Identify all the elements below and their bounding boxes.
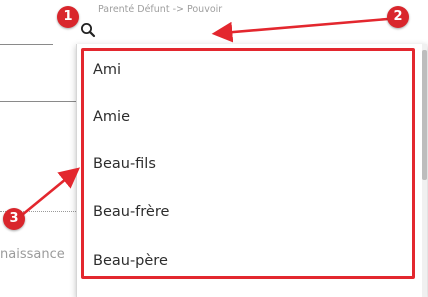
annotation-highlight-box <box>81 48 415 279</box>
scrollbar-thumb[interactable] <box>422 50 427 180</box>
annotation-badge-2: 2 <box>387 6 409 28</box>
background-field-underline <box>0 101 76 102</box>
screenshot-page: naissance Parenté Défunt -> Pouvoir Ami … <box>0 0 428 297</box>
annotation-badge-3: 3 <box>3 208 25 230</box>
background-field-underline <box>0 44 53 45</box>
background-field-label: naissance <box>0 247 65 262</box>
arrow-to-options-list <box>21 167 81 217</box>
annotation-badge-1: 1 <box>57 6 79 28</box>
field-label: Parenté Défunt -> Pouvoir <box>98 4 223 15</box>
dropdown-scrollbar[interactable] <box>422 44 427 297</box>
search-input[interactable] <box>100 20 420 40</box>
search-icon <box>80 22 96 38</box>
search-row[interactable] <box>76 18 428 44</box>
